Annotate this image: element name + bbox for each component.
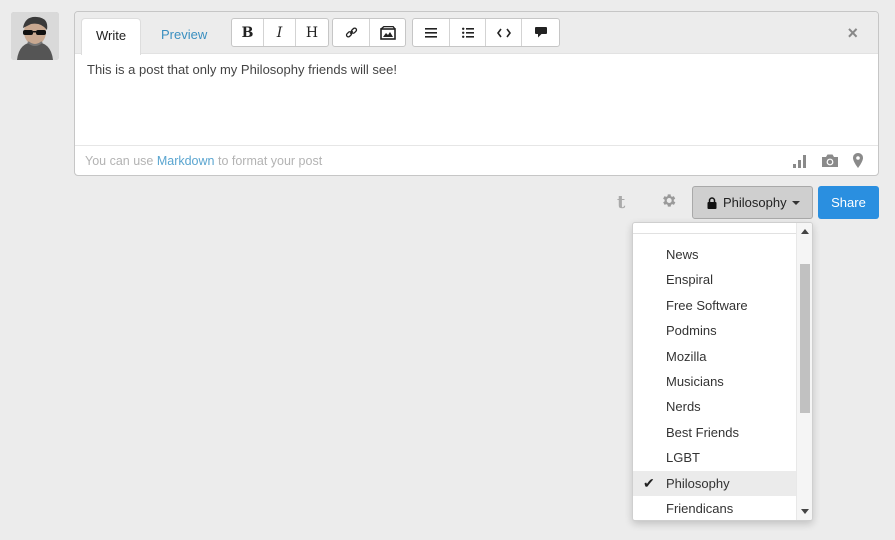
hint-prefix: You can use [85,154,157,168]
link-icon [345,27,357,38]
image-icon [379,25,396,40]
lock-icon [707,196,717,209]
aspect-item[interactable]: Mozilla [633,344,797,369]
editor-toolbar: Write Preview B I H × [75,12,878,55]
editor-footer: You can use Markdown to format your post [75,145,878,175]
close-button[interactable]: × [847,23,858,44]
tab-write[interactable]: Write [81,18,142,55]
share-button[interactable]: Share [818,186,879,219]
aspect-item-label: Mozilla [666,348,707,364]
poll-icon [793,155,806,168]
checkmark-icon: ✔ [643,474,655,491]
format-button-group: B I H [231,18,329,47]
heading-button[interactable]: H [296,19,328,46]
aspect-item-label: Philosophy [666,475,730,491]
aspect-item[interactable]: Musicians [633,369,797,394]
scroll-up-arrow-icon[interactable] [801,229,809,234]
settings-button[interactable] [660,192,677,212]
markdown-link[interactable]: Markdown [157,154,215,168]
scroll-down-arrow-icon[interactable] [801,509,809,514]
aspect-item-label: Best Friends [666,424,739,440]
image-button[interactable] [370,19,405,46]
aspect-list: News Enspiral Free Software Podmins Mozilla M… [633,242,797,520]
aspect-item[interactable]: Friendicans [633,496,797,520]
aspect-item[interactable]: Podmins [633,318,797,343]
block-button-group [412,18,560,47]
hint-suffix: to format your post [214,154,323,168]
quote-icon [534,27,547,38]
poll-button[interactable] [793,154,807,171]
insert-button-group [332,18,406,47]
code-button[interactable] [486,19,522,46]
aspect-item-label: News [666,247,699,262]
aspect-item-label: Free Software [666,297,748,313]
aspect-item[interactable]: ✔ Philosophy [633,470,797,496]
link-button[interactable] [333,19,370,46]
aspect-item-label: Nerds [666,399,701,415]
bullet-list-icon [461,27,474,38]
location-pin-icon [853,153,863,168]
italic-button[interactable]: I [264,19,296,46]
aspect-selector-button[interactable]: Philosophy [692,186,813,219]
tumblr-icon[interactable]: t [617,192,625,213]
ordered-list-icon [425,28,437,38]
aspect-item[interactable]: Nerds [633,394,797,419]
aspect-dropdown-menu: News Enspiral Free Software Podmins Mozilla M… [632,222,813,521]
ordered-list-button[interactable] [413,19,450,46]
post-textarea[interactable]: This is a post that only my Philosophy f… [87,62,397,77]
photo-button[interactable] [821,154,839,171]
dropdown-scrollbar[interactable] [796,223,812,520]
dropdown-divider [633,233,797,234]
location-button[interactable] [853,153,863,171]
avatar[interactable] [11,12,59,60]
aspect-item-label: Musicians [666,373,724,389]
aspect-item-label: LGBT [666,450,700,466]
caret-down-icon [791,200,800,205]
scrollbar-thumb[interactable] [800,264,810,413]
aspect-item[interactable]: LGBT [633,445,797,470]
quote-button[interactable] [522,19,559,46]
bullet-list-button[interactable] [450,19,486,46]
aspect-item[interactable]: News [633,242,797,267]
aspect-item[interactable]: Free Software [633,293,797,318]
aspect-item-label: Friendicans [666,500,734,516]
aspect-item[interactable]: Best Friends [633,420,797,445]
tab-preview[interactable]: Preview [147,18,221,55]
code-icon [496,28,511,37]
markdown-hint: You can use Markdown to format your post [85,154,322,168]
aspect-item[interactable]: Enspiral [633,267,797,292]
aspect-item-label: Podmins [666,323,717,339]
gear-icon [663,194,676,207]
camera-icon [822,154,838,167]
bold-button[interactable]: B [232,19,264,46]
aspect-selector-label: Philosophy [723,195,787,210]
post-editor: Write Preview B I H × This is a post tha… [74,11,879,176]
aspect-item-label: Enspiral [666,272,713,288]
